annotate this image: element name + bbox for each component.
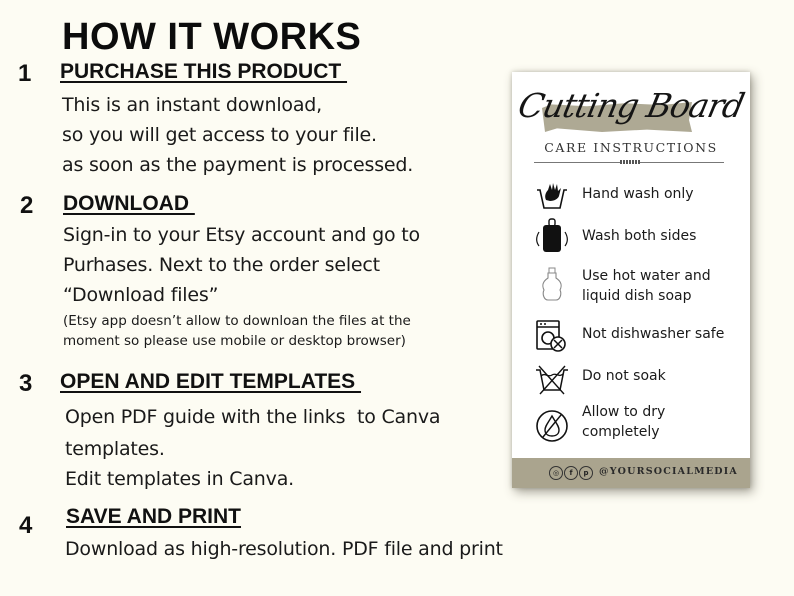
step-3-line: Open PDF guide with the links to Canva xyxy=(65,406,441,428)
hand-wash-icon xyxy=(537,183,567,209)
social-handle: @YOURSOCIALMEDIA xyxy=(599,466,738,477)
step-1-line: as soon as the payment is processed. xyxy=(62,154,414,176)
cutting-board-flip-icon xyxy=(536,218,568,252)
care-item: Not dishwasher safe xyxy=(512,318,750,358)
step-4-number: 4 xyxy=(19,512,33,539)
step-2-note: moment so please use mobile or desktop b… xyxy=(63,333,406,349)
step-2-number: 2 xyxy=(20,192,34,219)
card-footer: ◎ f p @YOURSOCIALMEDIA xyxy=(512,458,750,488)
step-2-line: “Download files” xyxy=(63,284,219,306)
care-item-text: Allow to dry completely xyxy=(582,404,666,440)
pinterest-icon: p xyxy=(579,466,593,480)
page-title: HOW IT WORKS xyxy=(62,16,362,58)
step-2-heading: DOWNLOAD xyxy=(63,192,195,215)
care-item: Do not soak xyxy=(512,362,750,402)
step-1-heading: PURCHASE THIS PRODUCT xyxy=(60,60,348,83)
step-1-number: 1 xyxy=(18,60,32,87)
no-dishwasher-icon xyxy=(536,320,566,352)
card-title: Cutting Board xyxy=(514,86,748,125)
care-item: Use hot water and liquid dish soap xyxy=(512,266,750,312)
step-4-heading: SAVE AND PRINT xyxy=(66,505,242,528)
care-item-text: Do not soak xyxy=(582,368,666,384)
step-3-number: 3 xyxy=(19,370,33,397)
care-item: Wash both sides xyxy=(512,218,750,258)
do-not-soak-icon xyxy=(536,365,568,395)
soap-bottle-icon xyxy=(542,267,562,301)
facebook-icon: f xyxy=(564,466,578,480)
step-4-line: Download as high-resolution. PDF file an… xyxy=(65,538,503,560)
step-2-line: Purhases. Next to the order select xyxy=(63,254,380,276)
care-instructions-card: Cutting Board CARE INSTRUCTIONS Hand was… xyxy=(512,72,750,488)
card-title-block: Cutting Board xyxy=(512,80,750,140)
dry-icon xyxy=(536,410,568,442)
step-1-line: so you will get access to your file. xyxy=(62,124,377,146)
care-item: Hand wash only xyxy=(512,178,750,218)
divider-ornament xyxy=(620,160,640,164)
card-subtitle: CARE INSTRUCTIONS xyxy=(544,140,718,155)
care-item-text: Use hot water and liquid dish soap xyxy=(582,268,711,304)
step-1-line: This is an instant download, xyxy=(62,94,322,116)
instagram-icon: ◎ xyxy=(549,466,563,480)
care-item: Allow to dry completely xyxy=(512,402,750,448)
step-3-line: templates. xyxy=(65,438,165,460)
step-3-heading: OPEN AND EDIT TEMPLATES xyxy=(60,370,362,393)
step-2-note: (Etsy app doesn’t allow to downloan the … xyxy=(63,313,411,329)
step-3-line: Edit templates in Canva. xyxy=(65,468,294,490)
care-item-text: Hand wash only xyxy=(582,186,694,202)
care-item-text: Wash both sides xyxy=(582,228,697,244)
step-2-line: Sign-in to your Etsy account and go to xyxy=(63,224,420,246)
care-item-text: Not dishwasher safe xyxy=(582,326,725,342)
